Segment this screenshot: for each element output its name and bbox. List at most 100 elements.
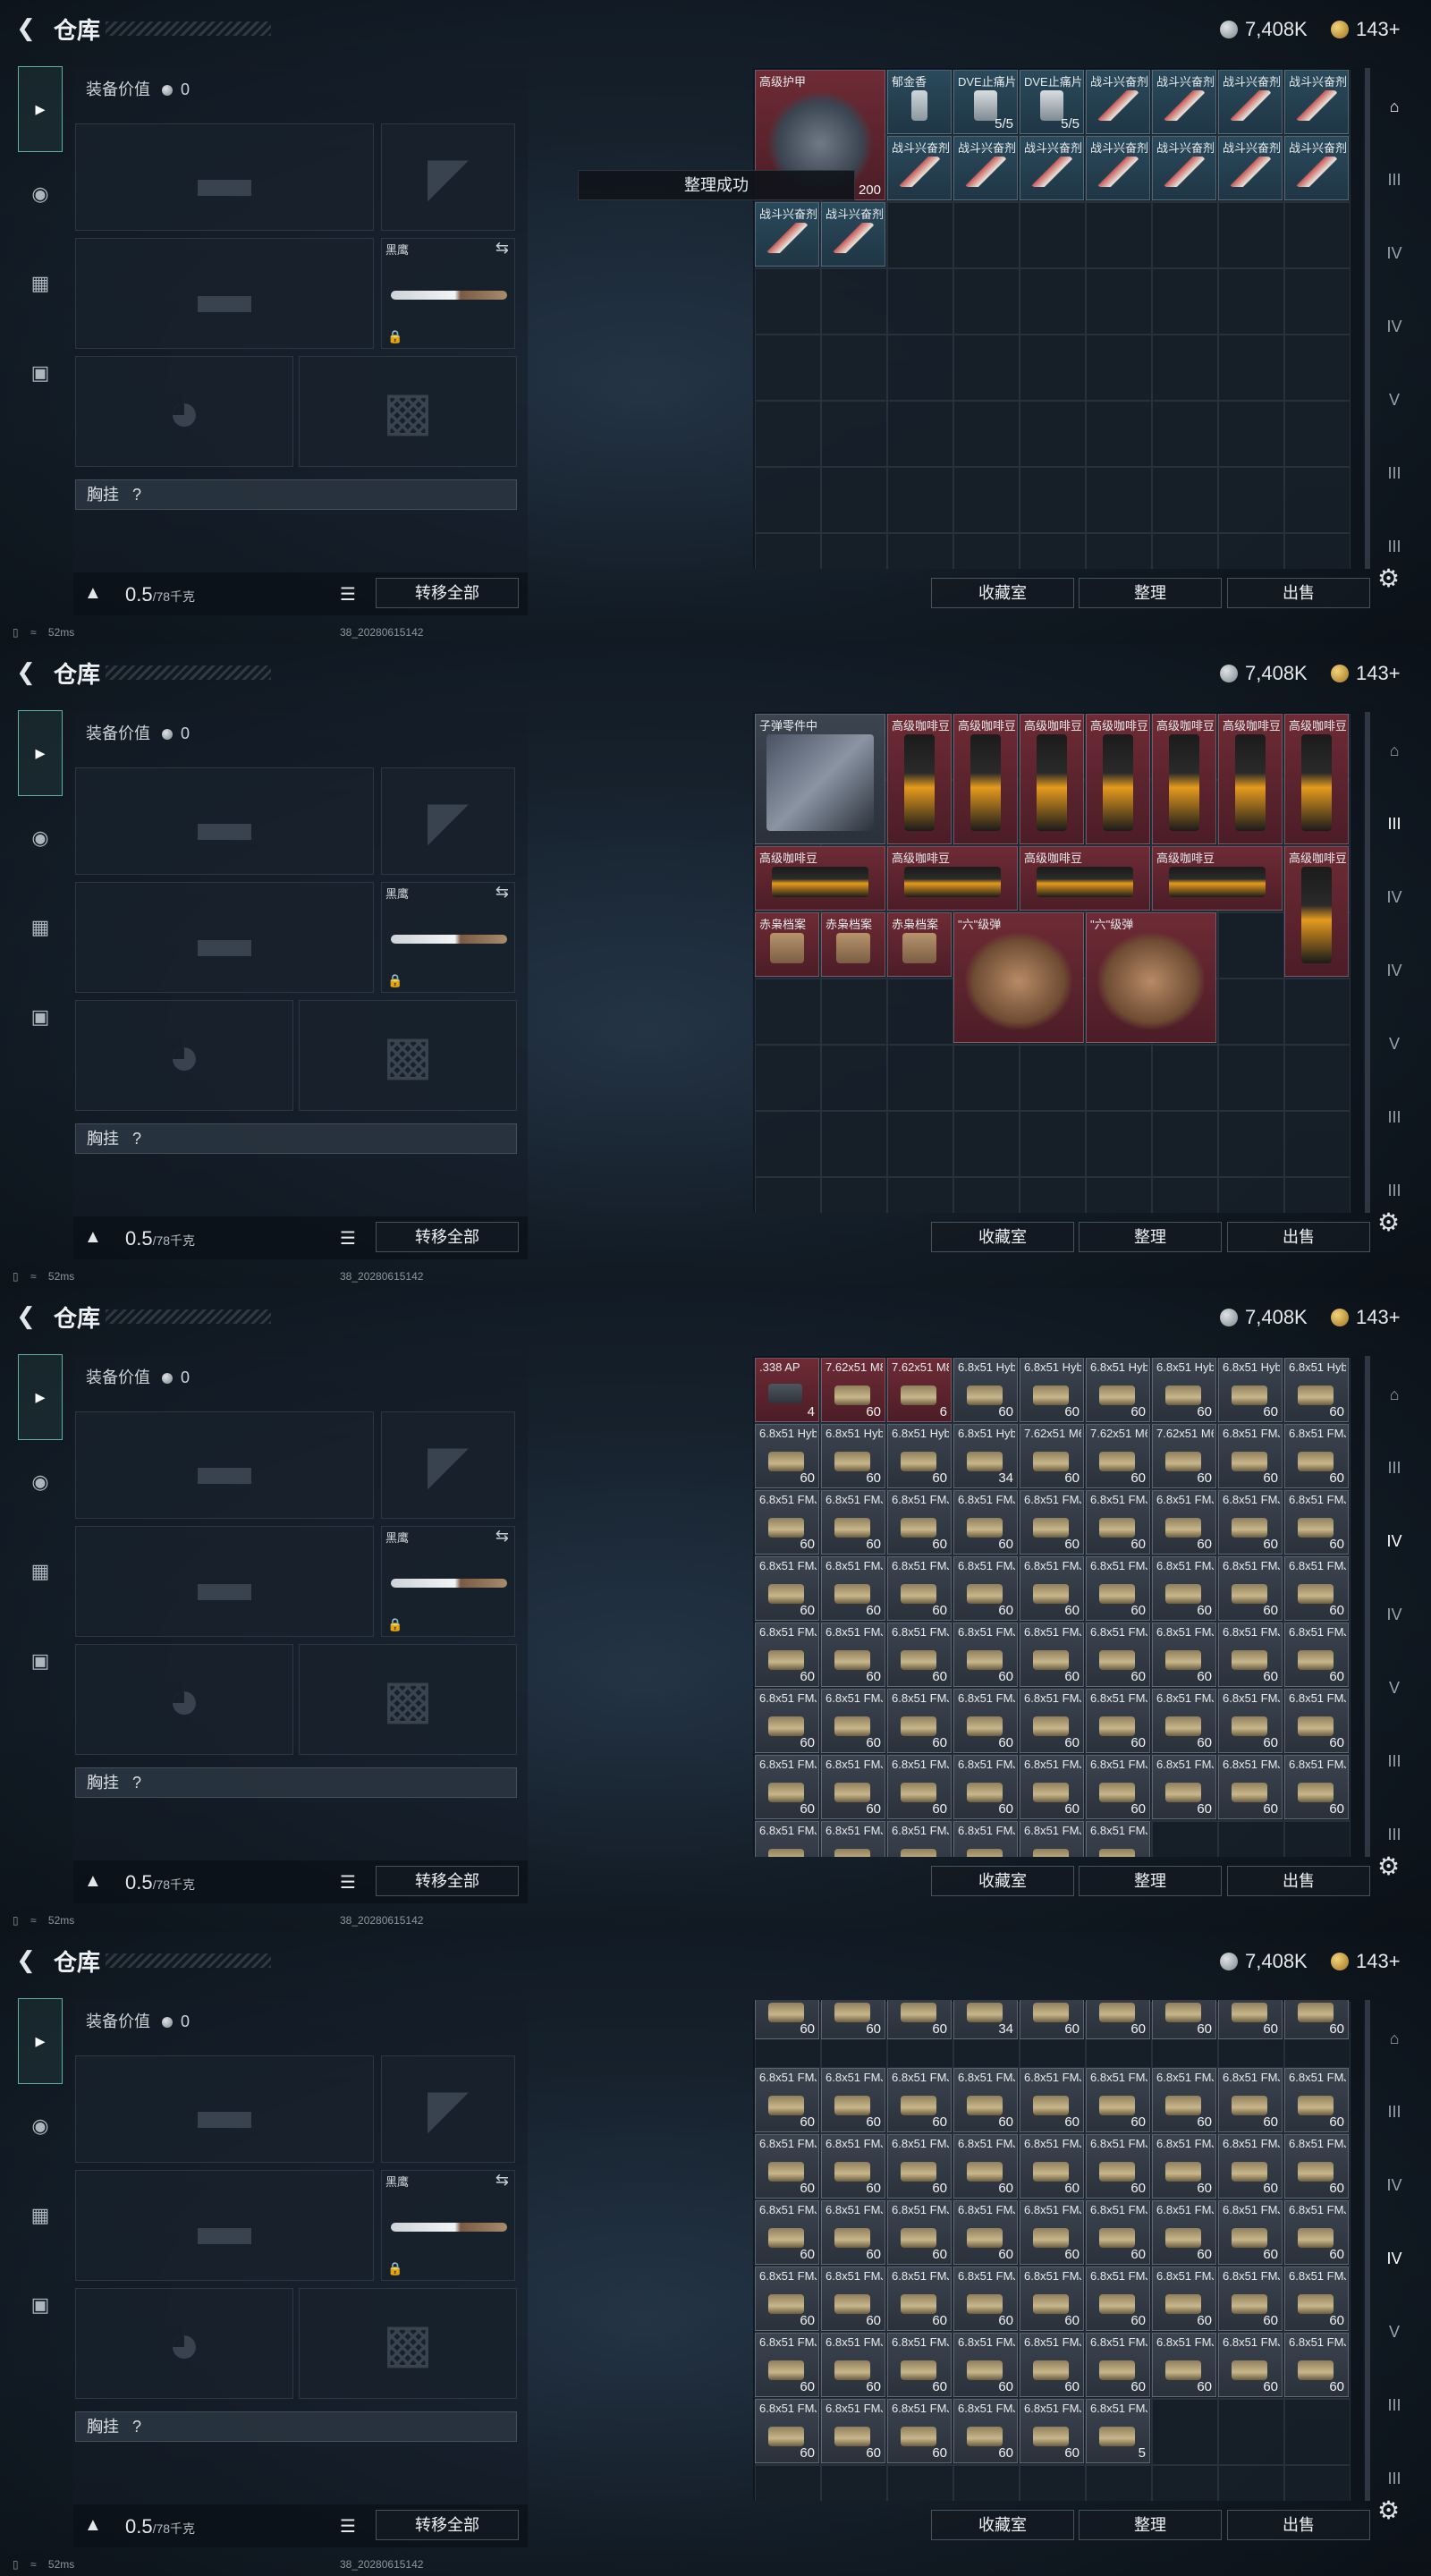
inventory-item[interactable]: 6.8x51 FMJ60 xyxy=(1020,1755,1084,1819)
grid-cell[interactable] xyxy=(755,467,821,533)
inventory-item[interactable]: 6.8x51 FMJ60 xyxy=(953,1623,1018,1687)
inventory-item[interactable]: 6.8x51 FMJ60 xyxy=(1020,2267,1084,2331)
inventory-item[interactable]: 6.8x51 FMJ60 xyxy=(1152,1556,1216,1621)
inventory-item[interactable]: 6.8x51 FMJ60 xyxy=(953,2134,1018,2199)
bag-iii-icon[interactable]: III xyxy=(1374,1814,1415,1855)
rig-tab[interactable]: ▦ xyxy=(20,2195,61,2236)
chest-rig-slot[interactable]: 胸挂 ? xyxy=(75,2411,517,2442)
grid-cell[interactable] xyxy=(953,533,1020,569)
transfer-all-button[interactable]: 转移全部 xyxy=(376,1222,519,1252)
grid-cell[interactable] xyxy=(1218,1111,1284,1177)
grid-cell[interactable] xyxy=(1218,979,1284,1045)
grid-cell[interactable] xyxy=(953,335,1020,401)
grid-cell[interactable] xyxy=(755,1045,821,1111)
grid-cell[interactable] xyxy=(755,2465,821,2501)
swap-icon[interactable]: ⇆ xyxy=(495,239,509,258)
inventory-item[interactable]: 6.8x51 Hybrid 60 xyxy=(1284,1358,1349,1422)
inventory-item[interactable]: 6.8x51 FMJ60 xyxy=(1086,2267,1150,2331)
grid-cell[interactable] xyxy=(1152,533,1218,569)
chest-rig-slot[interactable]: 胸挂 ? xyxy=(75,1767,517,1798)
list-icon[interactable]: ☰ xyxy=(340,583,356,606)
settings-gear-icon[interactable]: ⚙ xyxy=(1377,1852,1400,1881)
inventory-item[interactable]: 6.8x51 FMJ60 xyxy=(1020,1821,1084,1857)
inventory-item[interactable]: 6.8x51 FMJ60 xyxy=(953,2200,1018,2265)
transfer-all-button[interactable]: 转移全部 xyxy=(376,2510,519,2540)
inventory-item[interactable]: 6.8x51 FMJ60 xyxy=(1086,1689,1150,1753)
helmet-slot[interactable]: ◕ xyxy=(75,1000,293,1111)
inventory-item[interactable]: 6.8x51 FMJ60 xyxy=(1086,2333,1150,2397)
grid-cell[interactable] xyxy=(1218,2465,1284,2501)
bag-iv-icon[interactable]: IV xyxy=(1374,2238,1415,2279)
list-icon[interactable]: ☰ xyxy=(340,1871,356,1894)
inventory-item[interactable]: 6.8x51 FMJ60 xyxy=(1152,1755,1216,1819)
grid-cell[interactable] xyxy=(1218,268,1284,335)
grid-cell[interactable] xyxy=(953,1045,1020,1111)
rig-tab[interactable]: ▦ xyxy=(20,907,61,948)
grid-cell[interactable] xyxy=(1086,1045,1152,1111)
grid-cell[interactable] xyxy=(1020,335,1086,401)
grid-scrollbar[interactable] xyxy=(1365,2000,1370,2501)
inventory-item[interactable]: 6.8x51 FMJ60 xyxy=(1218,1490,1283,1555)
grid-cell[interactable] xyxy=(821,2465,887,2501)
weapon-tab[interactable]: ▸ xyxy=(18,66,63,152)
grid-cell[interactable] xyxy=(1152,1045,1218,1111)
inventory-item[interactable]: 赤枭档案 xyxy=(755,912,819,977)
grid-scrollbar[interactable] xyxy=(1365,1356,1370,1857)
inventory-item[interactable]: 6.8x51 FMJ60 xyxy=(821,2068,885,2132)
bag-iii-icon[interactable]: III xyxy=(1374,1447,1415,1488)
transfer-all-button[interactable]: 转移全部 xyxy=(376,578,519,608)
back-arrow-icon[interactable]: ❮ xyxy=(13,658,39,685)
grid-cell[interactable] xyxy=(1284,401,1351,467)
armor-tab[interactable]: ◉ xyxy=(20,2106,61,2147)
grid-cell[interactable] xyxy=(1152,2465,1218,2501)
armor-slot[interactable]: ▩ xyxy=(299,1000,517,1111)
grid-cell[interactable] xyxy=(953,467,1020,533)
grid-cell[interactable] xyxy=(1152,467,1218,533)
bag-v-icon[interactable]: V xyxy=(1374,1667,1415,1708)
inventory-item[interactable]: 高级咖啡豆 xyxy=(1020,714,1084,844)
grid-cell[interactable] xyxy=(1284,2399,1351,2465)
grid-cell[interactable] xyxy=(1152,401,1218,467)
sort-button[interactable]: 整理 xyxy=(1079,1222,1222,1252)
grid-cell[interactable] xyxy=(821,268,887,335)
grid-cell[interactable] xyxy=(755,1111,821,1177)
grid-cell[interactable] xyxy=(1020,1045,1086,1111)
inventory-item[interactable]: 6.8x51 FMJ60 xyxy=(1284,2200,1349,2265)
grid-cell[interactable] xyxy=(755,533,821,569)
inventory-item[interactable]: 6.8x51 Hybrid 60 xyxy=(1218,1358,1283,1422)
grid-cell[interactable] xyxy=(953,268,1020,335)
bag-iv-icon[interactable]: IV xyxy=(1374,2165,1415,2206)
inventory-item[interactable]: 60 xyxy=(1020,2000,1084,2039)
chest-rig-slot[interactable]: 胸挂 ? xyxy=(75,1123,517,1154)
inventory-item[interactable]: 6.8x51 FMJ60 xyxy=(1020,2333,1084,2397)
list-icon[interactable]: ☰ xyxy=(340,1227,356,1250)
inventory-item[interactable]: 战斗兴奋剂 xyxy=(1086,136,1150,200)
grid-cell[interactable] xyxy=(1020,268,1086,335)
collection-room-button[interactable]: 收藏室 xyxy=(931,1222,1074,1252)
settings-gear-icon[interactable]: ⚙ xyxy=(1377,2496,1400,2525)
inventory-item[interactable]: 6.8x51 FMJ60 xyxy=(1284,2333,1349,2397)
grid-cell[interactable] xyxy=(1284,1177,1351,1213)
inventory-item[interactable]: 6.8x51 FMJ60 xyxy=(755,1689,819,1753)
inventory-item[interactable]: 高级咖啡豆 xyxy=(1218,714,1283,844)
inventory-item[interactable]: 6.8x51 FMJ60 xyxy=(887,2267,952,2331)
warehouse-home-icon[interactable]: ⌂ xyxy=(1374,730,1415,771)
armor-slot[interactable]: ▩ xyxy=(299,1644,517,1755)
grid-cell[interactable] xyxy=(1152,1111,1218,1177)
inventory-item[interactable]: 6.8x51 FMJ60 xyxy=(1218,1755,1283,1819)
grid-cell[interactable] xyxy=(1020,467,1086,533)
inventory-item[interactable]: 高级咖啡豆 xyxy=(1086,714,1150,844)
bag-iii-icon[interactable]: III xyxy=(1374,2458,1415,2499)
pistol-slot[interactable]: ◤ xyxy=(381,1411,515,1519)
primary-weapon-slot[interactable]: ▬ xyxy=(75,2055,374,2163)
bag-iii-icon[interactable]: III xyxy=(1374,1097,1415,1138)
inventory-item[interactable]: 6.8x51 FMJ60 xyxy=(755,2068,819,2132)
grid-cell[interactable] xyxy=(887,2465,953,2501)
inventory-item[interactable]: 60 xyxy=(1218,2000,1283,2039)
inventory-item[interactable]: 战斗兴奋剂 xyxy=(1020,136,1084,200)
inventory-item[interactable]: 6.8x51 FMJ60 xyxy=(1284,2267,1349,2331)
inventory-item[interactable]: 6.8x51 FMJ60 xyxy=(821,2267,885,2331)
list-icon[interactable]: ☰ xyxy=(340,2515,356,2538)
inventory-item[interactable]: 60 xyxy=(1086,2000,1150,2039)
inventory-item[interactable]: 6.8x51 FMJ60 xyxy=(1284,1623,1349,1687)
